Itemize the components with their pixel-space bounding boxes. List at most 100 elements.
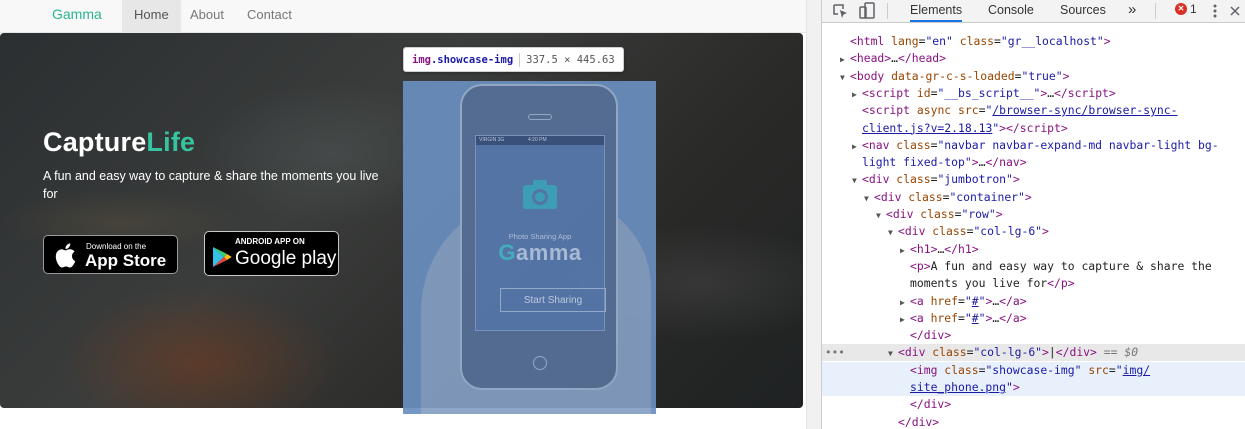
showcase-image-highlight[interactable]: VIRGIN 3G 4:20 PM Photo Sharing App Gamm…	[403, 81, 656, 414]
dom-node-markup: <div class="jumbotron">	[862, 172, 1020, 187]
dom-node-line[interactable]: ▼ <div class="jumbotron">	[822, 171, 1245, 188]
dom-node-selected[interactable]: ▼ <div class="col-lg-6">|</div> == $0 •••	[822, 344, 1245, 362]
collapse-arrow-icon[interactable]: ▼	[864, 190, 874, 207]
dom-node-line[interactable]: site_phone.png">	[822, 379, 1245, 396]
phone-time: 4:20 PM	[528, 137, 547, 143]
hero-jumbotron: CaptureLife A fun and easy way to captur…	[0, 33, 803, 408]
page-scrollbar[interactable]	[806, 0, 821, 429]
dom-node-markup: light fixed-top">…</nav>	[862, 155, 1027, 170]
dom-node-line[interactable]: ▶ <h1>…</h1>	[822, 241, 1245, 258]
phone-screen: VIRGIN 3G 4:20 PM Photo Sharing App Gamm…	[475, 135, 606, 331]
expand-arrow-icon[interactable]: ▶	[852, 86, 862, 103]
dom-node-line[interactable]: ▶ <a href="#">…</a>	[822, 310, 1245, 327]
dom-node-line[interactable]: moments you live for</p>	[822, 275, 1245, 292]
nav-home[interactable]: Home	[122, 0, 181, 32]
collapse-arrow-icon[interactable]: ▼	[852, 172, 862, 189]
hero-title-accent: Life	[146, 127, 196, 157]
close-icon[interactable]	[1226, 2, 1244, 20]
dom-node-markup: </div>	[910, 328, 952, 343]
dom-node-line[interactable]: ▶ <a href="#">…</a>	[822, 293, 1245, 310]
phone-home-button	[533, 356, 547, 370]
devtools-panel: Elements Console Sources » ✕ 1 <html lan…	[821, 0, 1245, 429]
phone-mockup: VIRGIN 3G 4:20 PM Photo Sharing App Gamm…	[460, 84, 618, 390]
collapse-arrow-icon[interactable]: ▼	[840, 69, 850, 86]
dom-tree[interactable]: <html lang="en" class="gr__localhost"> ▶ <…	[822, 22, 1245, 429]
dom-node-line[interactable]: ▼ <div class="row">	[822, 206, 1245, 223]
tab-sources[interactable]: Sources	[1060, 0, 1106, 22]
dom-node-markup: <head>…</head>	[850, 51, 947, 66]
devtools-toolbar: Elements Console Sources » ✕ 1	[822, 0, 1245, 23]
phone-app-name-rest: amma	[516, 240, 582, 265]
error-icon[interactable]: ✕	[1175, 3, 1187, 15]
collapse-arrow-icon[interactable]: ▼	[876, 207, 886, 224]
nav-contact[interactable]: Contact	[235, 0, 304, 32]
dom-node-line[interactable]: light fixed-top">…</nav>	[822, 154, 1245, 171]
dom-node-markup: <img class="showcase-img" src="img/	[910, 362, 1151, 377]
phone-carrier: VIRGIN 3G	[479, 137, 505, 143]
apple-icon	[55, 243, 76, 268]
phone-app-name: Gamma	[476, 240, 604, 266]
device-toolbar-icon[interactable]	[858, 2, 876, 20]
expand-arrow-icon[interactable]: ▶	[852, 138, 862, 155]
dom-node-line[interactable]: client.js?v=2.18.13"></script>	[822, 120, 1245, 137]
more-tabs-icon[interactable]: »	[1128, 0, 1136, 22]
app-store-button[interactable]: Download on the App Store	[43, 235, 178, 274]
google-play-small-text: ANDROID APP ON	[235, 237, 305, 246]
dom-node-line[interactable]: </div>	[822, 396, 1245, 413]
node-actions-icon[interactable]: •••	[825, 344, 845, 361]
dom-node-markup: <a href="#">…</a>	[910, 310, 1027, 325]
dom-node-markup: <html lang="en" class="gr__localhost">	[850, 34, 1111, 48]
google-play-button[interactable]: ANDROID APP ON Google play	[204, 231, 339, 276]
dom-node-markup: <a href="#">…</a>	[910, 293, 1027, 308]
dom-node-markup: </div>	[898, 414, 940, 429]
dom-node-line[interactable]: </div>	[822, 327, 1245, 344]
phone-speaker	[528, 114, 552, 120]
expand-arrow-icon[interactable]: ▶	[900, 311, 910, 328]
dom-node-line[interactable]: ▶ <head>…</head>	[822, 50, 1245, 67]
error-count[interactable]: 1	[1190, 2, 1197, 16]
navbar: Gamma Home About Contact	[0, 0, 806, 33]
tab-elements[interactable]: Elements	[910, 0, 963, 22]
dom-node-markup: <nav class="navbar navbar-expand-md navb…	[862, 137, 1219, 152]
google-play-icon	[213, 247, 232, 267]
dom-node-markup: <div class="col-lg-6">	[898, 224, 1049, 239]
tooltip-dimensions: 337.5 × 445.63	[526, 54, 615, 66]
tooltip-tag: img	[412, 54, 431, 66]
phone-start-sharing-button: Start Sharing	[500, 288, 606, 312]
page-viewport: Gamma Home About Contact CaptureLife A f…	[0, 0, 806, 429]
dom-node-line[interactable]: <p>A fun and easy way to capture & share…	[822, 258, 1245, 275]
hero-title-main: Capture	[43, 127, 147, 157]
dom-node-line[interactable]: ▼ <body data-gr-c-s-loaded="true">	[822, 68, 1245, 85]
dom-node-line[interactable]: </div>	[822, 414, 1245, 429]
dom-node-markup: <div class="row">	[886, 207, 1003, 221]
hero-title: CaptureLife	[43, 127, 195, 158]
phone-statusbar: VIRGIN 3G 4:20 PM	[476, 136, 604, 145]
app-store-big-text: App Store	[85, 251, 167, 270]
hero-text: A fun and easy way to capture & share th…	[43, 169, 379, 201]
nav-about[interactable]: About	[178, 0, 236, 32]
dom-node-markup: <body data-gr-c-s-loaded="true">	[850, 68, 1070, 83]
dom-node-markup: <p>A fun and easy way to capture & share…	[910, 258, 1212, 273]
dom-node-markup: <div class="col-lg-6">|</div> == $0	[898, 345, 1139, 360]
expand-arrow-icon[interactable]: ▶	[900, 294, 910, 311]
dom-node-line[interactable]: ▶ <nav class="navbar navbar-expand-md nav…	[822, 137, 1245, 154]
inspect-tooltip: img.showcase-img 337.5 × 445.63	[403, 47, 624, 72]
inspect-element-icon[interactable]	[831, 2, 849, 20]
dom-node-markup: client.js?v=2.18.13"></script>	[862, 120, 1068, 135]
dom-node-markup: <script async src="/browser-sync/browser…	[862, 103, 1178, 118]
dom-node-line[interactable]: ▼ <div class="container">	[822, 189, 1245, 206]
app-store-small-text: Download on the	[86, 242, 147, 251]
tab-console[interactable]: Console	[988, 0, 1034, 22]
dom-node-line[interactable]: <img class="showcase-img" src="img/	[822, 361, 1245, 379]
collapse-arrow-icon[interactable]: ▼	[888, 345, 898, 362]
dom-node-line[interactable]: ▶ <script id="__bs_script__">…</script>	[822, 85, 1245, 102]
dom-node-line[interactable]: <html lang="en" class="gr__localhost">	[822, 33, 1245, 50]
navbar-brand[interactable]: Gamma	[52, 6, 102, 22]
phone-app-name-first: G	[498, 240, 517, 265]
collapse-arrow-icon[interactable]: ▼	[888, 224, 898, 241]
kebab-menu-icon[interactable]	[1206, 2, 1224, 20]
dom-node-line[interactable]: <script async src="/browser-sync/browser…	[822, 102, 1245, 119]
dom-node-line[interactable]: ▼ <div class="col-lg-6">	[822, 223, 1245, 240]
expand-arrow-icon[interactable]: ▶	[900, 242, 910, 259]
expand-arrow-icon[interactable]: ▶	[840, 51, 850, 68]
